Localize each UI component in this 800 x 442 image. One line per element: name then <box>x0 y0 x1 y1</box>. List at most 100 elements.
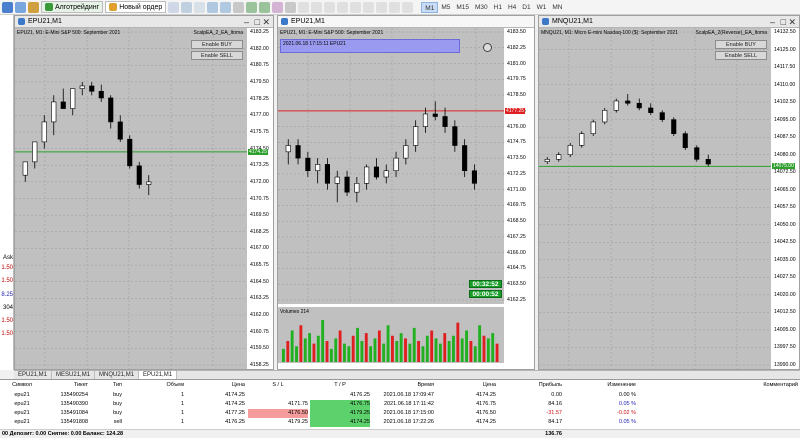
column-header[interactable]: T / P <box>310 381 370 390</box>
indicators-icon[interactable] <box>272 1 284 13</box>
maximize-icon[interactable]: □ <box>781 17 786 27</box>
cursor-icon[interactable] <box>298 1 310 13</box>
chart-tab[interactable]: EPU21,M1 <box>14 371 53 379</box>
price-tick: 4158.25 <box>250 362 269 368</box>
arrows-icon[interactable] <box>402 1 414 13</box>
trade-cell: 135491808 <box>60 419 88 425</box>
enable-sell-button[interactable]: Enable SELL <box>715 51 767 60</box>
column-header[interactable]: Тикет <box>48 381 88 390</box>
chart-tab[interactable]: MESU21,M1 <box>52 371 96 379</box>
timeframe-d1[interactable]: D1 <box>519 2 533 13</box>
price-tick: 4170.75 <box>250 195 269 202</box>
volume-bar <box>460 338 464 362</box>
new-chart-icon[interactable] <box>2 1 13 13</box>
crosshair-icon[interactable] <box>311 1 323 13</box>
candle-bear <box>462 145 468 172</box>
chart-plot-area[interactable]: MNQU21, M1: Micro E-mini Nasdaq-100 ($):… <box>539 28 771 369</box>
profiles-icon[interactable] <box>15 1 26 13</box>
chart-window-epu21-2[interactable]: EPU21,M1 EPU21, M1: E-Mini S&P 500: Sept… <box>277 15 535 370</box>
volume-bar <box>377 330 381 362</box>
column-header[interactable]: Изменение <box>566 381 636 390</box>
clock-icon[interactable] <box>483 43 492 52</box>
column-header[interactable]: Цена <box>190 381 245 390</box>
volume-bar <box>412 327 416 362</box>
candle-bull <box>579 133 585 146</box>
candle-bull <box>383 170 389 178</box>
candle-bull <box>544 159 550 162</box>
trade-row[interactable]: epu21 135490390 buy 1 4174.25 4171.75 4176.75 2… <box>0 400 800 409</box>
timeframe-m30[interactable]: M30 <box>472 2 491 13</box>
algo-trading-button[interactable]: Алготрейдинг <box>41 1 104 13</box>
new-order-button[interactable]: Новый ордер <box>105 1 167 13</box>
column-header[interactable]: S / L <box>248 381 308 390</box>
column-header[interactable]: Объем <box>132 381 184 390</box>
timeframe-h4[interactable]: H4 <box>505 2 519 13</box>
trade-row[interactable]: epu21 135491084 buy 1 4177.25 4176.50 4179.25 2… <box>0 409 800 418</box>
candle-bear <box>442 116 448 127</box>
window-titlebar[interactable]: EPU21,M1 <box>15 16 273 28</box>
window-titlebar[interactable]: EPU21,M1 <box>278 16 534 28</box>
column-header[interactable]: Тип <box>92 381 122 390</box>
enable-sell-button[interactable]: Enable SELL <box>191 51 243 60</box>
navigator-icon[interactable] <box>28 1 39 13</box>
minimize-icon[interactable]: – <box>244 17 249 27</box>
chart-type-line-icon[interactable] <box>194 1 206 13</box>
enable-buy-button[interactable]: Enable BUY <box>191 40 243 49</box>
price-axis[interactable]: 14132.50 14125.00 14117.50 14110.00 14102.50… <box>771 28 799 369</box>
vertical-line-icon[interactable] <box>324 1 336 13</box>
trade-info-box[interactable]: 2021.06.18 17:15:11 EPU21 <box>280 39 460 53</box>
chart-tab[interactable]: MNQU21,M1 <box>95 371 140 379</box>
channel-icon[interactable] <box>363 1 375 13</box>
volume-bar <box>334 338 338 362</box>
column-header[interactable]: Прибыль <box>500 381 562 390</box>
zoom-out-icon[interactable] <box>220 1 232 13</box>
timeframe-h1[interactable]: H1 <box>491 2 505 13</box>
chart-type-bars-icon[interactable] <box>168 1 180 13</box>
chart-shift-icon[interactable] <box>259 1 271 13</box>
horizontal-line-icon[interactable] <box>337 1 349 13</box>
minimize-icon[interactable]: – <box>770 17 775 27</box>
timeframe-w1[interactable]: W1 <box>534 2 550 13</box>
timeframe-m15[interactable]: M15 <box>453 2 472 13</box>
candle-bull <box>393 157 399 172</box>
price-axis[interactable]: 4183.50 4182.25 4181.00 4179.75 4178.50 4177.… <box>504 28 534 304</box>
price-axis[interactable]: 4183.25 4182.00 4180.75 4179.50 4178.25 4177.… <box>247 28 273 369</box>
volume-bar <box>482 335 486 362</box>
trendline-icon[interactable] <box>350 1 362 13</box>
zoom-in-icon[interactable] <box>207 1 219 13</box>
column-header[interactable]: Время <box>372 381 434 390</box>
candle-bull <box>22 161 28 176</box>
chart-window-epu21-1[interactable]: EPU21,M1 – □ ✕ EPU21, M1: E-Mini S&P 500… <box>14 15 274 370</box>
price-tick: 14132.50 <box>774 29 796 35</box>
chart-type-candles-icon[interactable] <box>181 1 193 13</box>
timeframe-m1[interactable]: M1 <box>421 1 439 13</box>
volume-bar <box>447 341 451 362</box>
templates-icon[interactable] <box>285 1 297 13</box>
column-header[interactable]: Символ <box>2 381 42 390</box>
candle-bull <box>70 88 76 109</box>
column-header[interactable]: Цена <box>436 381 496 390</box>
close-icon[interactable]: ✕ <box>788 17 796 27</box>
maximize-icon[interactable]: □ <box>255 17 260 27</box>
fibonacci-icon[interactable] <box>376 1 388 13</box>
volume-bar <box>399 333 403 362</box>
chart-window-mnqu21[interactable]: MNQU21,M1 – □ ✕ MNQU21, M1: Micro E-mini… <box>538 15 800 370</box>
close-icon[interactable]: ✕ <box>262 17 270 27</box>
chart-tab[interactable]: EPU21,M1 <box>139 371 178 379</box>
chart-plot-area[interactable]: EPU21, M1: E-Mini S&P 500: September 202… <box>15 28 247 369</box>
bar-timer: 00:32:52 <box>469 280 502 288</box>
trade-row[interactable]: epu21 135490254 buy 1 4174.25 4176.25 2021.06.… <box>0 391 800 400</box>
trade-cell: 84.16 <box>548 401 562 407</box>
timeframe-mn[interactable]: MN <box>549 2 565 13</box>
trade-row[interactable]: epu21 135491808 sell 1 4176.25 4179.25 4174.25… <box>0 418 800 427</box>
candle-bull <box>590 121 596 134</box>
timeframe-m5[interactable]: M5 <box>438 2 453 13</box>
enable-buy-button[interactable]: Enable BUY <box>715 40 767 49</box>
text-icon[interactable] <box>389 1 401 13</box>
chart-plot-area[interactable]: EPU21, M1: E-Mini S&P 500: September 202… <box>278 28 504 304</box>
volumes-subwindow[interactable]: Volumes 214 <box>278 307 504 363</box>
autoscroll-icon[interactable] <box>246 1 258 13</box>
window-titlebar[interactable]: MNQU21,M1 <box>539 16 799 28</box>
tile-windows-icon[interactable] <box>233 1 245 13</box>
column-header[interactable]: Комментарий <box>650 381 798 390</box>
